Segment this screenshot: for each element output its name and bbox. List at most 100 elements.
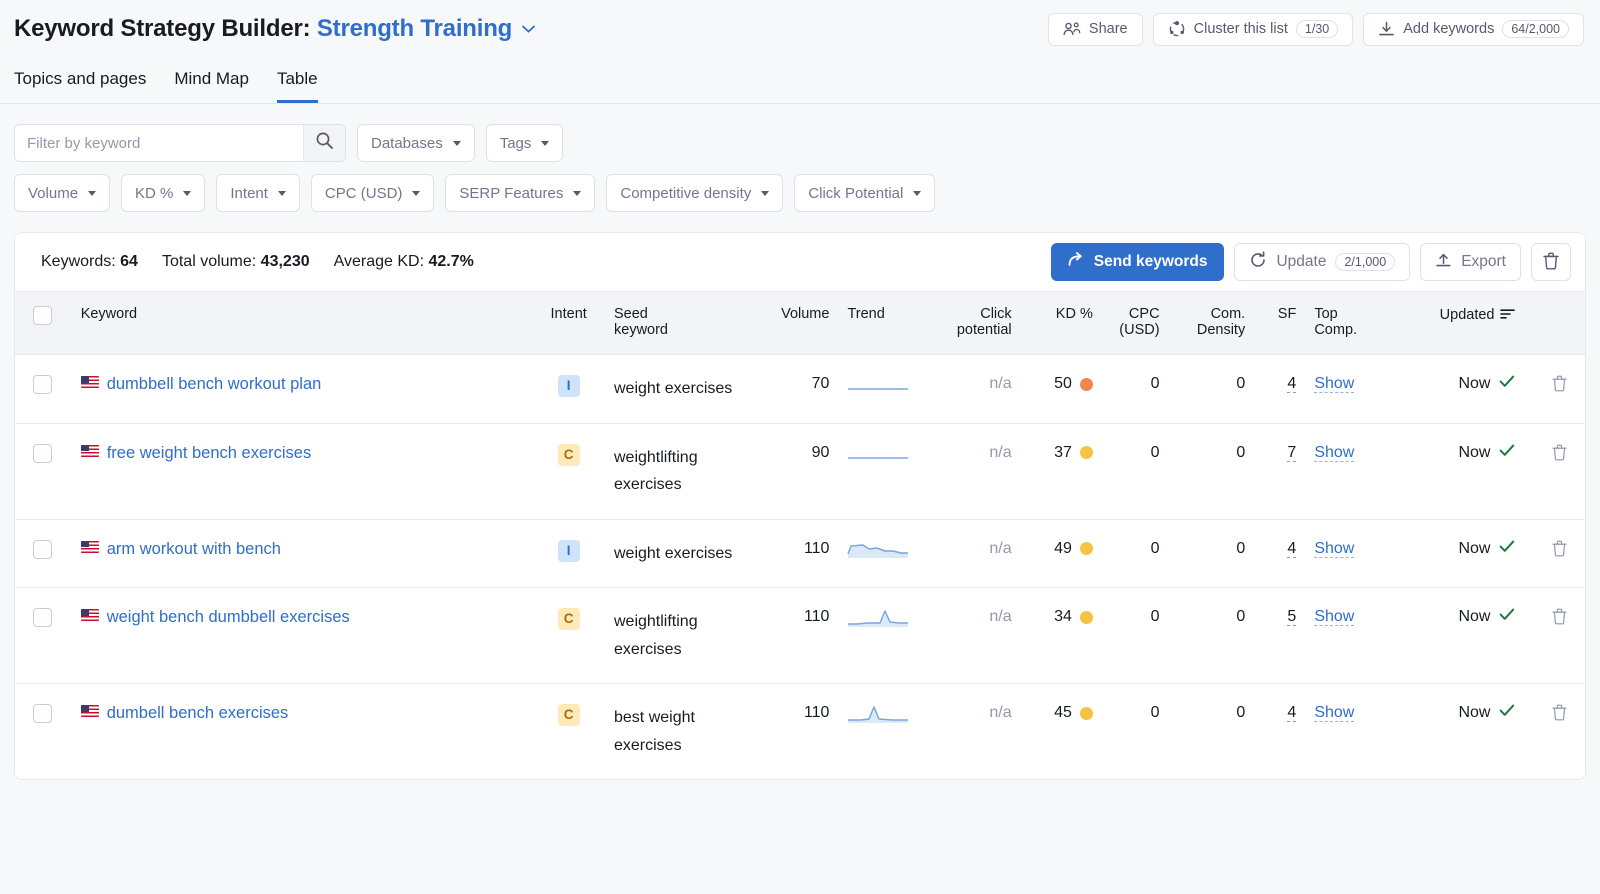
select-all-checkbox[interactable] xyxy=(33,306,52,325)
show-top-comp-link[interactable]: Show xyxy=(1314,375,1354,393)
cell-kd: 34 xyxy=(1022,588,1101,684)
export-button[interactable]: Export xyxy=(1420,243,1521,281)
trash-icon[interactable] xyxy=(1552,544,1567,561)
th-volume[interactable]: Volume xyxy=(756,292,837,355)
th-trend[interactable]: Trend xyxy=(837,292,929,355)
cell-intent: C xyxy=(533,423,604,519)
intent-badge[interactable]: C xyxy=(558,704,580,726)
cell-com-density: 0 xyxy=(1172,423,1258,519)
show-top-comp-link[interactable]: Show xyxy=(1314,444,1354,462)
kd-value: 50 xyxy=(1054,375,1072,393)
table-row[interactable]: dumbbell bench workout plan I weight exe… xyxy=(15,355,1585,424)
intent-badge[interactable]: I xyxy=(558,540,580,562)
th-kd[interactable]: KD % xyxy=(1022,292,1101,355)
intent-badge[interactable]: C xyxy=(558,608,580,630)
cell-trend xyxy=(837,684,929,780)
seed-keyword-text: weight exercises xyxy=(614,545,732,562)
th-intent[interactable]: Intent xyxy=(533,292,604,355)
cell-kd: 50 xyxy=(1022,355,1101,424)
updated-value: Now xyxy=(1458,444,1490,462)
intent-badge[interactable]: C xyxy=(558,444,580,466)
filter-volume[interactable]: Volume xyxy=(14,174,110,212)
filter-competitive-density[interactable]: Competitive density xyxy=(606,174,783,212)
table-row[interactable]: weight bench dumbbell exercises C weight… xyxy=(15,588,1585,684)
keyword-link[interactable]: arm workout with bench xyxy=(107,540,281,558)
th-sf[interactable]: SF xyxy=(1257,292,1304,355)
row-checkbox[interactable] xyxy=(33,540,52,559)
summary-actions: Send keywords Update 2/1,000 xyxy=(1051,243,1571,281)
row-checkbox[interactable] xyxy=(33,444,52,463)
table-row[interactable]: free weight bench exercises C weightlift… xyxy=(15,423,1585,519)
th-cpc[interactable]: CPC (USD) xyxy=(1101,292,1172,355)
table-row[interactable]: arm workout with bench I weight exercise… xyxy=(15,519,1585,588)
share-button[interactable]: Share xyxy=(1048,13,1143,46)
search-button[interactable] xyxy=(303,125,345,161)
row-checkbox[interactable] xyxy=(33,704,52,723)
kd-value: 37 xyxy=(1054,444,1072,462)
th-updated[interactable]: Updated xyxy=(1384,292,1534,355)
keyword-link[interactable]: dumbell bench exercises xyxy=(107,704,289,722)
show-top-comp-link[interactable]: Show xyxy=(1314,608,1354,626)
chevron-down-icon[interactable] xyxy=(522,20,535,37)
trash-icon[interactable] xyxy=(1552,612,1567,629)
filter-databases[interactable]: Databases xyxy=(357,124,475,162)
cell-seed-keyword: weight exercises xyxy=(604,519,756,588)
sf-value[interactable]: 4 xyxy=(1287,540,1296,558)
row-checkbox[interactable] xyxy=(33,375,52,394)
table-row[interactable]: dumbell bench exercises C best weight ex… xyxy=(15,684,1585,780)
filter-cpc-label: CPC (USD) xyxy=(325,185,403,202)
cell-seed-keyword: weightlifting exercises xyxy=(604,423,756,519)
trash-icon[interactable] xyxy=(1552,708,1567,725)
th-keyword[interactable]: Keyword xyxy=(71,292,534,355)
update-button[interactable]: Update 2/1,000 xyxy=(1234,243,1410,281)
filter-intent[interactable]: Intent xyxy=(216,174,300,212)
search-input[interactable] xyxy=(15,125,303,161)
cell-com-density: 0 xyxy=(1172,588,1258,684)
add-keywords-button[interactable]: Add keywords 64/2,000 xyxy=(1363,13,1584,46)
filter-click-potential[interactable]: Click Potential xyxy=(794,174,935,212)
stat-keywords: Keywords: 64 xyxy=(41,253,138,271)
send-keywords-button[interactable]: Send keywords xyxy=(1051,243,1225,281)
keywords-table-card: Keywords: 64 Total volume: 43,230 Averag… xyxy=(14,232,1586,780)
th-com-density[interactable]: Com. Density xyxy=(1172,292,1258,355)
th-click-potential[interactable]: Click potential xyxy=(930,292,1022,355)
trash-icon[interactable] xyxy=(1552,448,1567,465)
tab-mind-map[interactable]: Mind Map xyxy=(174,69,249,103)
update-count-pill: 2/1,000 xyxy=(1335,253,1395,271)
tab-table[interactable]: Table xyxy=(277,69,318,103)
delete-selected-button[interactable] xyxy=(1531,243,1571,281)
app-header: Keyword Strategy Builder: Strength Train… xyxy=(0,0,1600,58)
cluster-this-list-button[interactable]: Cluster this list 1/30 xyxy=(1153,13,1354,46)
filter-cpc[interactable]: CPC (USD) xyxy=(311,174,435,212)
filter-tags[interactable]: Tags xyxy=(486,124,564,162)
tab-topics-and-pages[interactable]: Topics and pages xyxy=(14,69,146,103)
cell-click-potential: n/a xyxy=(930,423,1022,519)
stat-keywords-label: Keywords: xyxy=(41,253,116,270)
sf-value[interactable]: 4 xyxy=(1287,375,1296,393)
kd-difficulty-dot xyxy=(1080,611,1093,624)
th-select-all xyxy=(15,292,71,355)
summary-bar: Keywords: 64 Total volume: 43,230 Averag… xyxy=(15,233,1585,291)
trash-icon[interactable] xyxy=(1552,379,1567,396)
keywords-table: Keyword Intent Seed keyword Volume Trend… xyxy=(15,291,1585,779)
trend-sparkline xyxy=(847,444,929,466)
sort-icon[interactable] xyxy=(1500,306,1515,324)
row-checkbox[interactable] xyxy=(33,608,52,627)
intent-badge[interactable]: I xyxy=(558,375,580,397)
project-name-link[interactable]: Strength Training xyxy=(317,15,512,42)
filter-serp-features[interactable]: SERP Features xyxy=(445,174,595,212)
keyword-link[interactable]: weight bench dumbbell exercises xyxy=(107,608,350,626)
th-top-comp[interactable]: Top Comp. xyxy=(1304,292,1383,355)
sf-value[interactable]: 4 xyxy=(1287,704,1296,722)
show-top-comp-link[interactable]: Show xyxy=(1314,704,1354,722)
cell-cpc: 0 xyxy=(1101,519,1172,588)
show-top-comp-link[interactable]: Show xyxy=(1314,540,1354,558)
th-seed-keyword[interactable]: Seed keyword xyxy=(604,292,756,355)
cell-delete xyxy=(1533,423,1585,519)
cell-cpc: 0 xyxy=(1101,684,1172,780)
filter-kd[interactable]: KD % xyxy=(121,174,205,212)
sf-value[interactable]: 7 xyxy=(1287,444,1296,462)
keyword-link[interactable]: dumbbell bench workout plan xyxy=(107,375,322,393)
keyword-link[interactable]: free weight bench exercises xyxy=(107,444,312,462)
sf-value[interactable]: 5 xyxy=(1287,608,1296,626)
